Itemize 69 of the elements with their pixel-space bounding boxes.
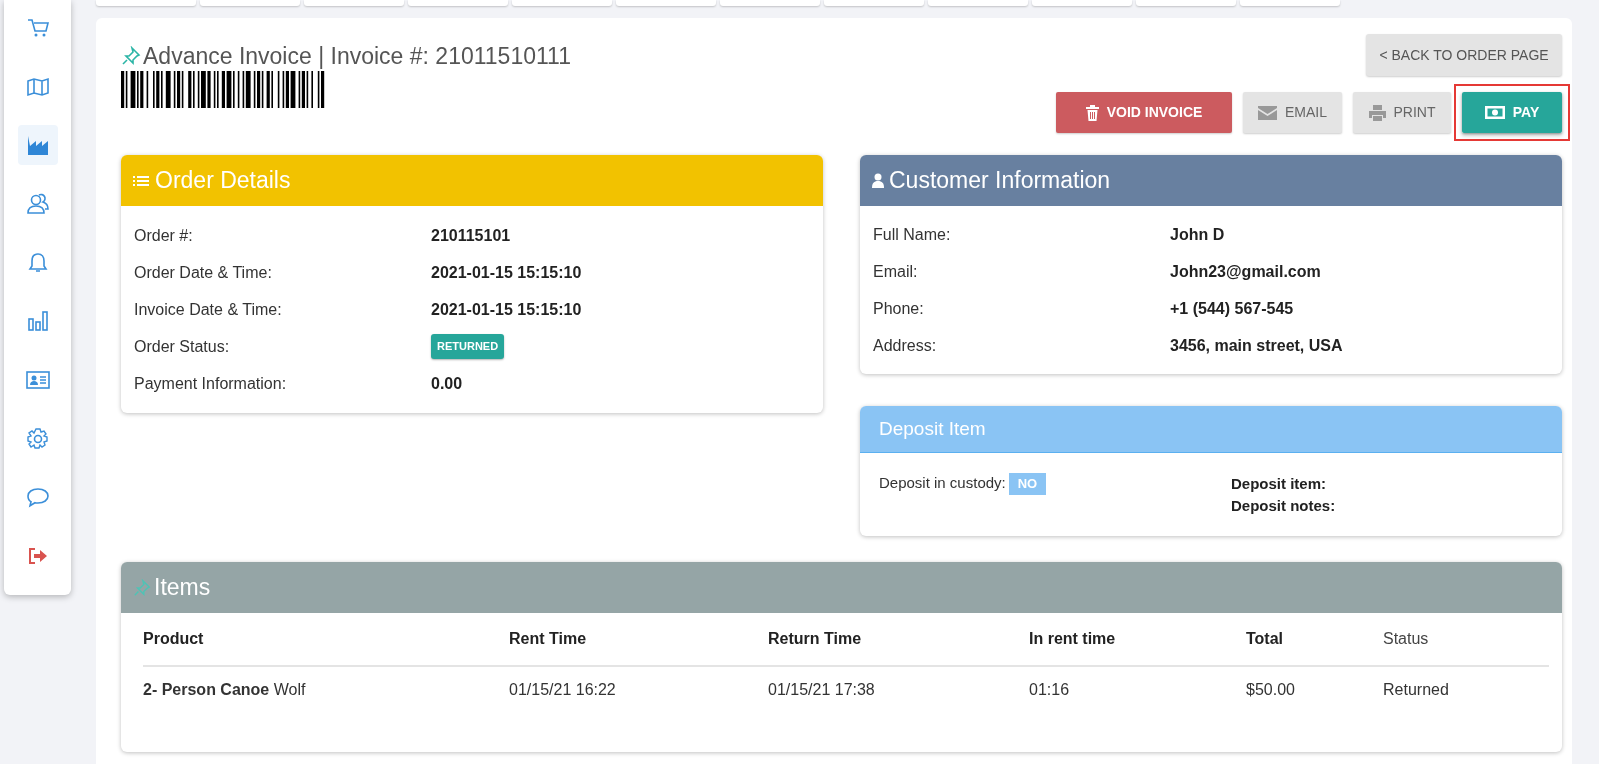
field-label: Order #: (134, 225, 194, 246)
field-label: Phone: (873, 298, 925, 319)
field-label: Order Date & Time: (134, 262, 273, 283)
sidebar-item[interactable] (17, 125, 58, 166)
tab[interactable] (96, 0, 196, 6)
column-header: Return Time (768, 629, 863, 649)
tab[interactable] (928, 0, 1028, 6)
field-label: Deposit item: (1231, 474, 1327, 494)
bar-chart-icon (25, 309, 50, 334)
tab[interactable] (1032, 0, 1132, 6)
column-header: Rent Time (509, 629, 588, 649)
card-title: Customer Information (889, 166, 1111, 196)
tab[interactable] (512, 0, 612, 6)
field-value: 0.00 (431, 373, 463, 394)
card-title: Order Details (155, 166, 291, 196)
users-icon (25, 191, 50, 216)
table-cell-text: 01/15/21 16:22 (509, 680, 617, 700)
tab[interactable] (824, 0, 924, 6)
banknote-icon (1484, 106, 1505, 119)
void-invoice-button[interactable]: VOID INVOICE (1056, 92, 1232, 133)
printer-icon (1368, 104, 1386, 121)
deposit-in-custody-label: Deposit in custody: (879, 473, 1006, 493)
field-value: John23@gmail.com (1170, 261, 1321, 282)
tab[interactable] (200, 0, 300, 6)
field-label: Deposit notes: (1231, 496, 1336, 516)
pushpin-icon (133, 578, 151, 597)
column-header: Status (1383, 629, 1430, 649)
field-value: John D (1170, 224, 1225, 245)
field-label: Invoice Date & Time: (134, 299, 283, 320)
field-label: Payment Information: (134, 373, 288, 394)
tab[interactable] (616, 0, 716, 6)
pushpin-icon (121, 46, 141, 66)
field-value: 210115101 (431, 225, 511, 246)
status-badge: RETURNED (431, 334, 505, 359)
pay-button[interactable]: PAY (1462, 92, 1562, 133)
chat-icon (25, 485, 50, 510)
table-cell-text: 2- Person Canoe Wolf (143, 680, 307, 700)
envelope-icon (1258, 105, 1277, 120)
card-title: Items (154, 573, 211, 603)
back-to-order-page-button[interactable]: < BACK TO ORDER PAGE (1366, 34, 1562, 76)
gear-icon (25, 426, 50, 451)
table-cell-text: 01:16 (1029, 680, 1071, 700)
field-value: 2021-01-15 15:15:10 (431, 262, 582, 283)
tab[interactable] (408, 0, 508, 6)
card-title: Deposit Item (879, 416, 986, 441)
field-label: Order Status: (134, 336, 231, 357)
column-header: Product (143, 629, 205, 649)
field-value: 2021-01-15 15:15:10 (431, 299, 582, 320)
field-value: +1 (544) 567-545 (1170, 298, 1294, 319)
field-label: Email: (873, 261, 919, 282)
tab[interactable] (720, 0, 820, 6)
table-cell-text: $50.00 (1246, 680, 1296, 700)
table-cell-text: 01/15/21 17:38 (768, 680, 876, 700)
column-header: Total (1246, 629, 1285, 649)
user-icon (872, 173, 884, 188)
field-label: Full Name: (873, 224, 952, 245)
field-value: 3456, main street, USA (1170, 335, 1343, 356)
invoice-title: Advance Invoice | Invoice #: 21011510111 (143, 43, 571, 69)
table-cell-text: Returned (1383, 680, 1450, 700)
list-icon (133, 173, 149, 188)
field-label: Address: (873, 335, 938, 356)
email-button[interactable]: EMAIL (1243, 92, 1342, 133)
tab[interactable] (1240, 0, 1340, 6)
trash-icon (1085, 104, 1099, 121)
deposit-status-badge: NO (1008, 473, 1047, 495)
tab[interactable] (304, 0, 404, 6)
column-header: In rent time (1029, 629, 1117, 649)
print-button[interactable]: PRINT (1353, 92, 1451, 133)
tab[interactable] (1136, 0, 1236, 6)
